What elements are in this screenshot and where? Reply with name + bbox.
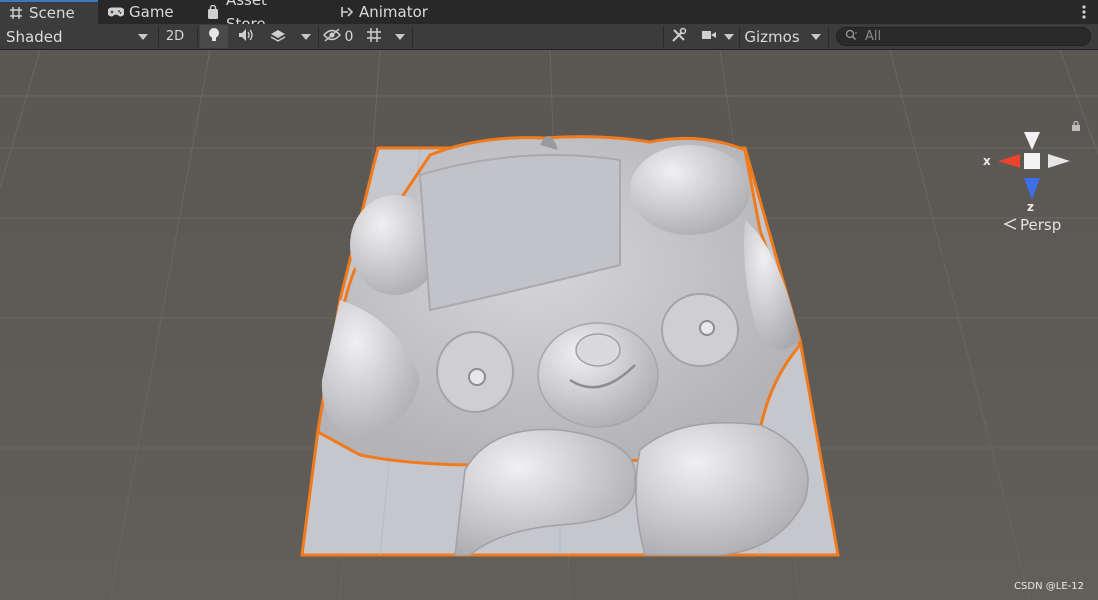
gizmos-label: Gizmos	[744, 27, 800, 46]
lightbulb-icon	[208, 27, 220, 47]
perspective-icon	[1003, 216, 1017, 234]
gizmo-center-cube	[1024, 153, 1040, 169]
effects-dropdown[interactable]	[296, 25, 316, 48]
chevron-down-icon	[724, 33, 734, 40]
divider	[197, 26, 198, 47]
tab-label: Animator	[359, 3, 428, 21]
hierarchy-search-field[interactable]: All	[836, 27, 1091, 46]
search-placeholder: All	[865, 29, 882, 44]
projection-toggle[interactable]: Persp	[1003, 216, 1061, 234]
gamepad-icon	[108, 4, 124, 20]
hidden-count: 0	[344, 28, 354, 45]
relief-mesh[interactable]	[300, 135, 840, 557]
grid-icon	[8, 5, 24, 21]
grid-dropdown[interactable]	[390, 25, 410, 48]
tools-icon	[671, 27, 687, 47]
tab-label: Game	[129, 3, 174, 21]
divider	[318, 26, 319, 47]
watermark-text: CSDN @LE-12	[1014, 581, 1084, 592]
tab-asset-store[interactable]: Asset Store	[197, 0, 319, 33]
animator-icon	[340, 4, 354, 20]
chevron-down-icon	[301, 33, 311, 40]
chevron-down-icon	[138, 34, 148, 40]
more-options-icon[interactable]	[1080, 3, 1088, 21]
projection-label: Persp	[1020, 216, 1062, 234]
scene-canvas	[0, 50, 1098, 600]
audio-toggle-button[interactable]	[232, 25, 260, 48]
grid-snap-icon	[366, 27, 382, 47]
right-ear	[630, 145, 750, 235]
editor-tab-bar: Scene Game Asset Store Animator	[0, 0, 1098, 33]
grid-snap-button[interactable]	[362, 25, 386, 48]
divider	[739, 26, 740, 47]
search-icon	[845, 29, 859, 45]
gizmos-dropdown[interactable]	[806, 25, 826, 48]
tab-game[interactable]: Game	[100, 0, 182, 24]
camera-icon	[701, 29, 717, 45]
lock-icon[interactable]	[1071, 116, 1081, 131]
camera-dropdown[interactable]	[721, 25, 737, 48]
gizmos-button[interactable]: Gizmos	[741, 25, 803, 48]
y-axis-cone	[1024, 132, 1040, 150]
divider	[158, 26, 159, 47]
scene-viewport[interactable]: x z Persp CSDN @LE-12	[0, 50, 1098, 600]
divider	[663, 26, 664, 47]
tab-animator[interactable]: Animator	[332, 0, 432, 24]
divider	[412, 26, 413, 47]
x-axis-cone	[998, 154, 1020, 168]
z-axis-label: z	[1027, 200, 1034, 214]
neg-x-axis-cone	[1048, 154, 1070, 168]
tab-label: Scene	[29, 4, 75, 22]
divider	[828, 26, 829, 47]
toggle-2d-button[interactable]: 2D	[160, 25, 190, 48]
shopping-bag-icon	[205, 4, 221, 20]
eye-slash-icon	[322, 27, 341, 46]
effects-button[interactable]	[264, 25, 292, 48]
draw-mode-label: Shaded	[6, 27, 63, 46]
chevron-down-icon	[395, 33, 405, 40]
speaker-icon	[238, 28, 254, 46]
layers-icon	[270, 28, 286, 46]
tools-button[interactable]	[666, 25, 692, 48]
tab-scene[interactable]: Scene	[0, 0, 98, 24]
toggle-2d-label: 2D	[165, 29, 185, 44]
draw-mode-dropdown[interactable]: Shaded	[6, 25, 152, 48]
hidden-objects-toggle[interactable]: 0	[320, 25, 356, 48]
chevron-down-icon	[811, 33, 821, 40]
z-axis-cone	[1024, 178, 1040, 200]
lighting-toggle-button[interactable]	[200, 25, 228, 48]
camera-button[interactable]	[697, 25, 721, 48]
x-axis-label: x	[983, 154, 991, 168]
